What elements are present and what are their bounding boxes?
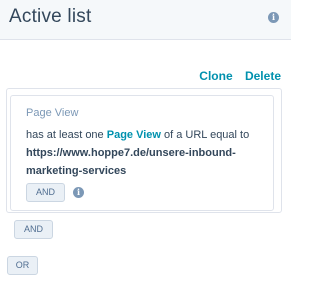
panel-title: Active list bbox=[9, 6, 92, 27]
and-button-inner[interactable]: AND bbox=[26, 183, 65, 202]
panel-header: Active list i bbox=[0, 0, 291, 40]
clone-link[interactable]: Clone bbox=[199, 69, 232, 83]
filter-card[interactable]: Page View has at least one Page View of … bbox=[10, 95, 274, 211]
delete-link[interactable]: Delete bbox=[245, 69, 281, 83]
or-button[interactable]: OR bbox=[7, 256, 38, 275]
filter-desc-link[interactable]: Page View bbox=[107, 129, 161, 141]
filter-desc-suffix: of a URL equal to bbox=[164, 129, 250, 141]
and-button-outer[interactable]: AND bbox=[14, 220, 53, 239]
filter-type-label: Page View bbox=[26, 107, 79, 119]
filter-url: https://www.hoppe7.de/unsere-inbound-mar… bbox=[26, 147, 236, 177]
info-icon[interactable]: i bbox=[268, 12, 279, 23]
info-icon[interactable]: i bbox=[73, 187, 84, 198]
filter-desc-prefix: has at least one bbox=[26, 129, 104, 141]
list-actions: Clone Delete bbox=[190, 69, 281, 83]
filter-description: has at least one Page View of a URL equa… bbox=[26, 126, 266, 180]
